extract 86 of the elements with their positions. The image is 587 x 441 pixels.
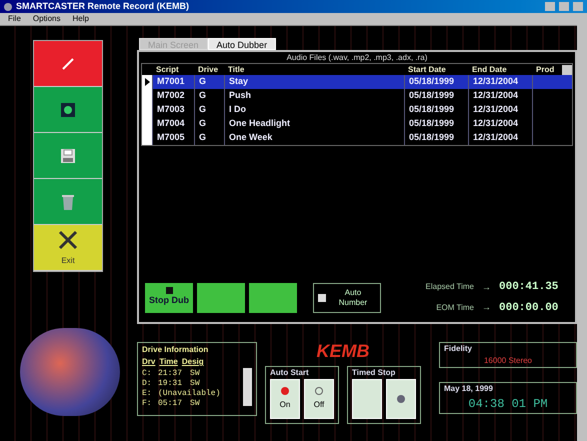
table-row[interactable]: M7001 G Stay 05/18/1999 12/31/2004 (142, 75, 572, 89)
drive-cell-text: E: (142, 388, 153, 398)
toggle-button[interactable] (386, 379, 416, 419)
drive-cell-text: F: (142, 398, 153, 408)
record-icon (281, 387, 289, 395)
table-cell: 12/31/2004 (468, 117, 532, 131)
tab[interactable]: Auto Dubber (208, 38, 276, 50)
station-logo: KEMB (316, 342, 370, 360)
drive-cell: 05:17 (158, 398, 182, 408)
fidelity-value: 16000 Stereo (482, 355, 534, 367)
table-cell: One Week (224, 131, 404, 145)
column-header: Desig (182, 356, 204, 368)
table-cell: 05/18/1999 (404, 103, 468, 117)
panel-title: Drive Information (142, 344, 210, 356)
toggle-button[interactable]: On (270, 379, 300, 419)
timer-label: EOM Time (436, 302, 474, 314)
drive-cell: SW (190, 378, 200, 388)
checkbox[interactable] (318, 294, 326, 302)
table-cell: M7002 (152, 89, 194, 103)
menu-item[interactable]: Help (72, 13, 89, 25)
table-cell: G (194, 75, 224, 89)
table-cell: 12/31/2004 (468, 75, 532, 89)
panel-title: Auto Start (270, 367, 310, 379)
drive-cell: 19:31 (158, 378, 182, 388)
timer-value: 000:41.35 (499, 280, 560, 295)
column-header: Title (227, 64, 246, 76)
panel-title: Fidelity (444, 343, 474, 355)
drive-cell: SW (190, 398, 200, 408)
drive-cell-text: D: (142, 378, 153, 388)
column-header: Time (159, 356, 178, 368)
column-header: Script (155, 64, 180, 76)
drive-cell: SW (190, 368, 200, 378)
arrow-text: → (482, 301, 491, 314)
table-cell: 12/31/2004 (468, 89, 532, 103)
side-button[interactable]: Exit (34, 225, 102, 271)
column-header: Drive (197, 64, 220, 76)
table-cell: 05/18/1999 (404, 131, 468, 145)
table-cell: I Do (224, 103, 404, 117)
column-header: Prod (535, 64, 556, 76)
table-cell: M7001 (152, 75, 194, 89)
toggle-button[interactable] (352, 379, 382, 419)
timer-value: 000:00.00 (499, 300, 560, 316)
clock-time: 04:38 01 PM (467, 396, 549, 413)
panel-title: Timed Stop (352, 367, 396, 379)
column-header: Start Date (407, 64, 447, 76)
close-icon (57, 228, 79, 250)
table-cell: G (194, 103, 224, 117)
menu-item[interactable]: Options (32, 13, 60, 25)
table-cell: Stay (224, 75, 404, 89)
table-row[interactable]: M7002 G Push 05/18/1999 12/31/2004 (142, 89, 572, 103)
dub-button[interactable]: Stop Dub (145, 282, 193, 312)
column-header: End Date (471, 64, 508, 76)
trash-can-icon (60, 192, 76, 210)
table-cell: G (194, 117, 224, 131)
table-cell: One Headlight (224, 117, 404, 131)
side-button[interactable] (34, 87, 102, 133)
table-cell: 12/31/2004 (468, 131, 532, 145)
table-cell: M7003 (152, 103, 194, 117)
table-cell: Push (224, 89, 404, 103)
table-cell: G (194, 89, 224, 103)
window-title: SMARTCASTER Remote Record (KEMB) (16, 0, 190, 13)
table-row[interactable]: M7005 G One Week 05/18/1999 12/31/2004 (142, 131, 572, 145)
toggle-button[interactable]: Off (304, 379, 334, 419)
table-row[interactable]: M7003 G I Do 05/18/1999 12/31/2004 (142, 103, 572, 117)
clock-date: May 18, 1999 (444, 383, 494, 395)
column-header: Drv (142, 356, 156, 368)
app-icon (4, 2, 12, 10)
auto-number-button[interactable]: Auto Number (313, 282, 381, 312)
table-cell: 12/31/2004 (468, 103, 532, 117)
drive-cell: 21:37 (158, 368, 182, 378)
drive-cell-text: C: (142, 368, 153, 378)
table-cell: 05/18/1999 (404, 117, 468, 131)
scrollbar[interactable] (243, 368, 252, 406)
drive-cell: (Unavailable) (158, 388, 220, 398)
pencil-icon (61, 56, 75, 70)
table-cell: 05/18/1999 (404, 89, 468, 103)
stop-icon (166, 287, 172, 294)
menu-item[interactable]: File (8, 13, 21, 25)
table-cell: M7005 (152, 131, 194, 145)
table-cell: 05/18/1999 (404, 75, 468, 89)
timer-label: Elapsed Time (426, 281, 474, 294)
table-row[interactable]: M7004 G One Headlight 05/18/1999 12/31/2004 (142, 117, 572, 131)
table-cell: G (194, 131, 224, 145)
file-filter-label: Audio Files (.wav, .mp2, .mp3, .adx, .ra) (286, 52, 428, 63)
table-cell: M7004 (152, 117, 194, 131)
arrow-text: → (482, 280, 491, 294)
